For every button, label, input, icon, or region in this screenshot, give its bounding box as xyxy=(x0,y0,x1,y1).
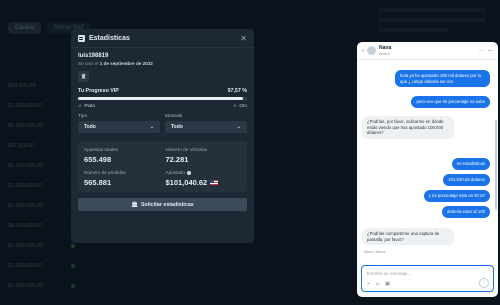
filter-tipo: Tipo Todo ⌄ xyxy=(78,114,160,133)
progress-percent: 97,57 % xyxy=(227,88,247,94)
stats-icon xyxy=(78,34,85,42)
modal-header: Estadísticas ✕ xyxy=(71,29,254,48)
modal-title: Estadísticas xyxy=(89,34,130,42)
stat-perdidas: Número de pérdidas 565.881 xyxy=(84,170,126,187)
stat-victorias: Número de Victorias 72.281 xyxy=(165,147,208,164)
send-button[interactable]: ↑ xyxy=(479,278,489,288)
minimize-icon[interactable]: — xyxy=(488,48,493,54)
agent-status: Activo xyxy=(379,51,390,56)
progress-label: Tu Progreso VIP xyxy=(78,88,119,94)
back-icon[interactable]: ‹ xyxy=(362,48,364,54)
stat-apuestas: Apuestas totales 655.498 xyxy=(84,147,118,164)
message-incoming: ¿Podrías, por favor, indicarme en dónde … xyxy=(362,116,454,139)
stat-apostado: Apostado $101,040.62 xyxy=(166,170,242,187)
message-outgoing: 101,040.62 dolares xyxy=(443,174,490,186)
vip-badge-icon: ♜ xyxy=(78,71,89,82)
message-outgoing: pero veo que mi porcentaje no sube xyxy=(411,96,490,108)
close-icon[interactable]: ✕ xyxy=(240,34,247,43)
scrollbar[interactable] xyxy=(495,120,497,210)
message-meta: Nana • Ahora xyxy=(364,250,386,254)
info-icon[interactable] xyxy=(186,170,191,175)
emoji-icon[interactable]: ☺ xyxy=(375,281,380,287)
bank-icon: 🏛 xyxy=(131,201,139,208)
chevron-down-icon: ⌄ xyxy=(236,124,241,130)
username: luis198819 xyxy=(78,53,109,59)
avatar xyxy=(367,46,376,55)
star-icon: ☆ xyxy=(232,103,238,108)
more-icon[interactable]: ··· xyxy=(479,48,484,54)
message-input[interactable]: Escribe un mensaje... ⌁ ☺ ▣ ↑ xyxy=(361,265,494,292)
us-flag-icon xyxy=(210,180,219,185)
tipo-select[interactable]: Todo ⌄ xyxy=(78,121,160,133)
stats-modal: Estadísticas ✕ luis198819 Se unió el 1 d… xyxy=(71,29,254,243)
vip-progress: Tu Progreso VIP 97,57 % ☆ Plata ☆ Oro xyxy=(71,82,254,109)
input-placeholder: Escribe un mensaje... xyxy=(367,271,412,276)
message-outgoing: hola ya he apostado 100 mil dolares por … xyxy=(395,70,490,88)
chat-header: ‹ Nana Activo ··· — xyxy=(357,42,498,60)
moneda-select[interactable]: Todo ⌄ xyxy=(165,121,247,133)
attach-icon[interactable]: ⌁ xyxy=(367,281,370,287)
tier-current: ☆ Plata xyxy=(78,103,95,108)
message-incoming: ¿Podrías compartirme una captura de pant… xyxy=(362,228,454,246)
progress-bar xyxy=(78,97,247,100)
message-outgoing: y mi porcentaje esta en 97.57 xyxy=(423,190,490,202)
filter-moneda: Moneda Todo ⌄ xyxy=(165,114,247,133)
user-info: luis198819 Se unió el 1 de septiembre de… xyxy=(71,48,254,66)
chevron-down-icon: ⌄ xyxy=(149,124,154,130)
request-stats-button[interactable]: 🏛 Solicitar estadísticas xyxy=(78,198,247,211)
message-outgoing: deberia estar al 100 xyxy=(442,206,490,218)
tier-next: ☆ Oro xyxy=(232,103,247,108)
chat-messages[interactable]: hola ya he apostado 100 mil dolares por … xyxy=(357,60,498,265)
image-icon[interactable]: ▣ xyxy=(385,281,390,287)
stats-grid: Apuestas totales 655.498 Número de Victo… xyxy=(78,141,247,192)
joined-date: Se unió el 1 de septiembre de 2022 xyxy=(78,61,153,66)
chat-widget: ‹ Nana Activo ··· — hola ya he apostado … xyxy=(357,42,498,297)
star-icon: ☆ xyxy=(78,103,83,108)
message-outgoing: en estadisticas xyxy=(451,158,490,170)
